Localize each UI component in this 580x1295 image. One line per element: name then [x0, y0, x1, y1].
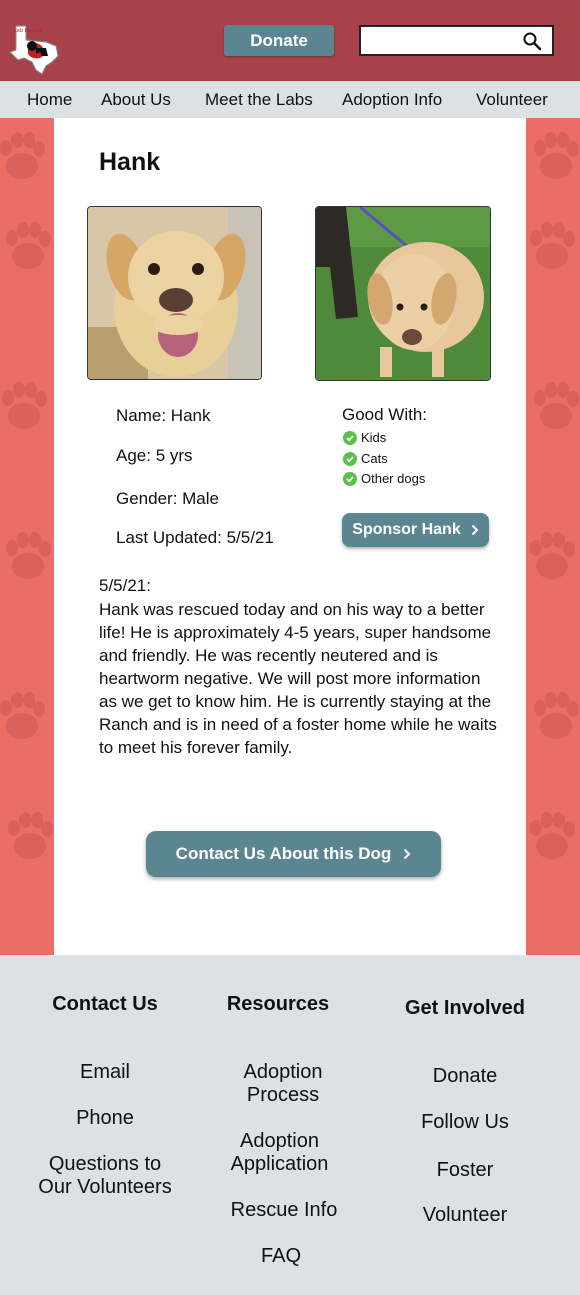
- nav-about-us[interactable]: About Us: [101, 90, 171, 110]
- paw-icon: [530, 222, 575, 269]
- paw-icon: [534, 692, 579, 739]
- paw-icon: [0, 132, 45, 179]
- dog-name-heading: Hank: [99, 148, 161, 176]
- paw-icon: [530, 532, 575, 579]
- search-input[interactable]: [367, 27, 517, 53]
- footer-link-volunteer[interactable]: Volunteer: [390, 1204, 540, 1227]
- dog-age-field: Age: 5 yrs: [116, 446, 193, 465]
- good-with-item: Other dogs: [343, 471, 425, 486]
- nav-home[interactable]: Home: [27, 90, 72, 110]
- nav-meet-the-labs[interactable]: Meet the Labs: [205, 90, 313, 110]
- story-text: Hank was rescued today and on his way to…: [99, 600, 497, 757]
- good-with-label: Other dogs: [361, 471, 426, 486]
- footer-link-adoption-process[interactable]: Adoption Process: [213, 1061, 353, 1107]
- dog-face-image: [88, 207, 261, 379]
- sponsor-button[interactable]: Sponsor Hank: [342, 513, 489, 547]
- sponsor-button-label: Sponsor Hank: [352, 521, 461, 538]
- paw-icon: [534, 382, 579, 429]
- footer-link-follow-us[interactable]: Follow Us: [390, 1111, 540, 1134]
- check-circle-icon: [343, 471, 357, 486]
- dog-standing-image: [316, 207, 490, 380]
- texas-lab-logo[interactable]: Lab Rescue: [6, 22, 60, 76]
- paw-icon: [6, 532, 51, 579]
- search-icon[interactable]: [522, 31, 542, 51]
- dog-gender-field: Gender: Male: [116, 489, 219, 508]
- footer-link-email[interactable]: Email: [30, 1061, 180, 1084]
- footer-link-rescue-info[interactable]: Rescue Info: [209, 1199, 359, 1222]
- footer-get-involved-heading: Get Involved: [404, 997, 526, 1019]
- paw-icon: [0, 692, 45, 739]
- site-header: Lab Rescue Donate: [0, 0, 580, 81]
- header-donate-button[interactable]: Donate: [224, 25, 334, 56]
- footer-link-adoption-application[interactable]: Adoption Application: [213, 1130, 346, 1176]
- footer-link-foster[interactable]: Foster: [390, 1159, 540, 1182]
- site-footer: Contact Us Resources Get Involved Email …: [0, 955, 580, 1295]
- dog-photo-face[interactable]: [87, 206, 262, 380]
- check-circle-icon: [343, 451, 357, 466]
- search-bar[interactable]: [359, 25, 554, 56]
- check-circle-icon: [343, 430, 357, 445]
- main-nav: Home About Us Meet the Labs Adoption Inf…: [0, 81, 580, 118]
- good-with-heading: Good With:: [342, 405, 428, 424]
- footer-resources-heading: Resources: [226, 993, 330, 1015]
- dog-last-updated-field: Last Updated: 5/5/21: [116, 528, 274, 547]
- paw-icon: [2, 382, 47, 429]
- footer-link-faq[interactable]: FAQ: [206, 1245, 356, 1268]
- good-with-label: Cats: [361, 451, 388, 466]
- dog-photo-standing[interactable]: [315, 206, 491, 381]
- contact-about-dog-button[interactable]: Contact Us About this Dog: [146, 831, 441, 877]
- nav-volunteer[interactable]: Volunteer: [476, 90, 548, 110]
- good-with-label: Kids: [361, 430, 387, 445]
- footer-contact-heading: Contact Us: [52, 993, 158, 1015]
- paw-icon: [530, 812, 575, 859]
- footer-link-donate[interactable]: Donate: [390, 1065, 540, 1088]
- logo-text: Lab Rescue: [14, 28, 43, 34]
- chevron-right-icon: [471, 524, 479, 536]
- paw-icon: [534, 132, 579, 179]
- story-date: 5/5/21:: [99, 576, 151, 595]
- paw-icon: [8, 812, 53, 859]
- good-with-item: Kids: [343, 430, 386, 445]
- footer-link-phone[interactable]: Phone: [30, 1107, 180, 1130]
- nav-adoption-info[interactable]: Adoption Info: [342, 90, 442, 110]
- good-with-item: Cats: [343, 451, 388, 466]
- chevron-right-icon: [404, 848, 411, 860]
- dog-name-field: Name: Hank: [116, 406, 211, 425]
- footer-link-questions[interactable]: Questions to Our Volunteers: [35, 1153, 175, 1199]
- paw-icon: [6, 222, 51, 269]
- contact-button-label: Contact Us About this Dog: [175, 844, 392, 863]
